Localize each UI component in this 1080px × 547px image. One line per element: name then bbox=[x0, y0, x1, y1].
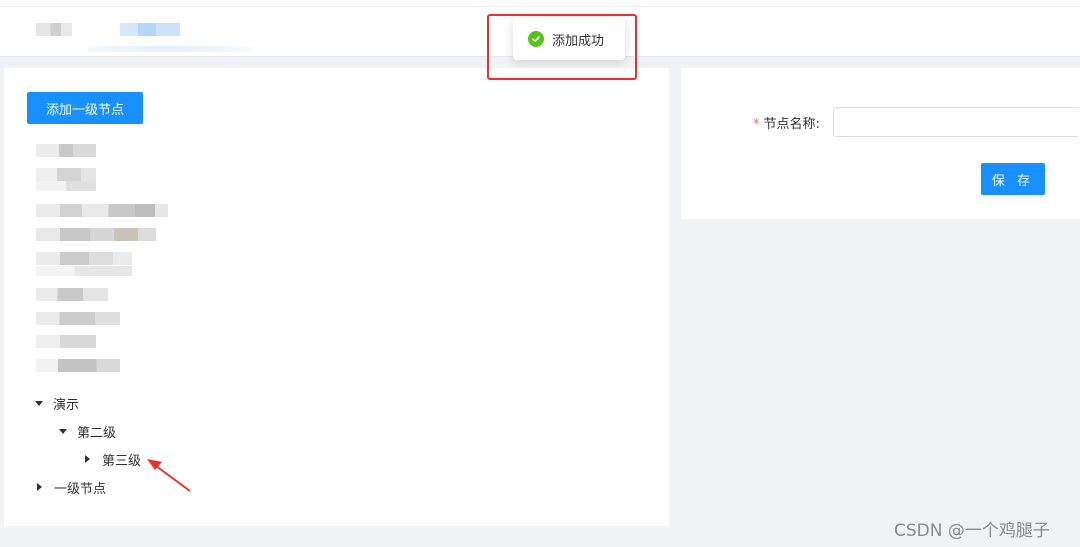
tree-panel: 添加一级节点 演示 第二级 第三级 一级节点 bbox=[4, 68, 669, 526]
node-name-input[interactable] bbox=[833, 107, 1078, 137]
pixelated-tree-item[interactable] bbox=[36, 312, 120, 325]
pixelated-tree-item[interactable] bbox=[36, 144, 96, 157]
tree-node-label: 一级节点 bbox=[54, 481, 107, 497]
node-name-label: * 节点名称: bbox=[753, 113, 820, 132]
tree-node-label: 演示 bbox=[53, 397, 80, 413]
tree-node-label: 第二级 bbox=[77, 425, 117, 441]
pixelated-nav-item[interactable] bbox=[120, 23, 180, 36]
tree-node-second-level[interactable]: 第二级 bbox=[59, 420, 116, 442]
pixelated-tree-item[interactable] bbox=[36, 168, 96, 181]
tree-node-label: 第三级 bbox=[102, 453, 142, 469]
caret-right-icon[interactable] bbox=[85, 455, 90, 463]
header-divider bbox=[0, 6, 1080, 7]
node-form-panel: * 节点名称: 保 存 bbox=[681, 68, 1080, 219]
watermark-text: CSDN @一个鸡腿子 bbox=[894, 521, 1050, 541]
pixelated-tree-item[interactable] bbox=[36, 228, 156, 241]
pixelated-tree-item[interactable] bbox=[36, 266, 132, 276]
pixelated-logo bbox=[36, 23, 72, 36]
caret-down-icon[interactable] bbox=[59, 428, 67, 434]
pixelated-tree-item[interactable] bbox=[36, 359, 120, 372]
pixelated-tree-item[interactable] bbox=[36, 252, 132, 265]
pixelated-nav-underline bbox=[88, 46, 252, 52]
pixelated-tree-item[interactable] bbox=[36, 204, 168, 217]
pixelated-tree-item[interactable] bbox=[36, 288, 108, 301]
caret-down-icon[interactable] bbox=[35, 400, 43, 406]
add-root-node-button[interactable]: 添加一级节点 bbox=[27, 92, 143, 124]
annotation-highlight-box bbox=[487, 14, 637, 80]
node-name-label-text: 节点名称: bbox=[763, 117, 820, 132]
tree-node-root-node[interactable]: 一级节点 bbox=[35, 476, 106, 498]
tree-node-demo[interactable]: 演示 bbox=[35, 392, 79, 414]
save-button[interactable]: 保 存 bbox=[981, 163, 1045, 195]
tree-node-third-level[interactable]: 第三级 bbox=[83, 448, 141, 470]
pixelated-tree-item[interactable] bbox=[36, 335, 96, 348]
caret-right-icon[interactable] bbox=[37, 483, 42, 491]
required-mark: * bbox=[753, 117, 760, 132]
pixelated-tree-item[interactable] bbox=[36, 181, 96, 191]
